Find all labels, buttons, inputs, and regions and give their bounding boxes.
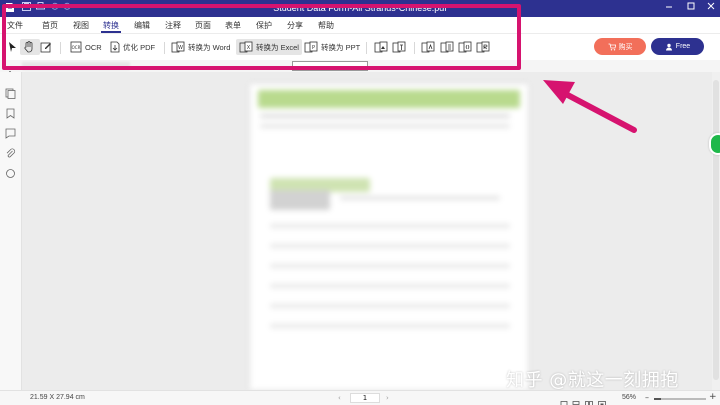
annotation-arrow-icon (543, 80, 637, 133)
